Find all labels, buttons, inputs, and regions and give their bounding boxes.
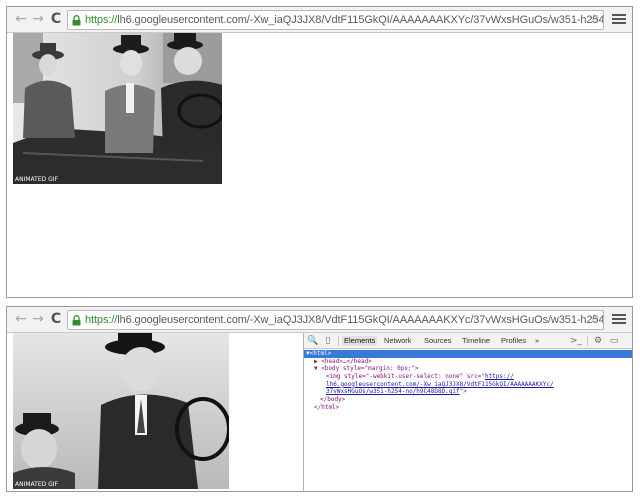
star-icon[interactable]: ☆ [588, 12, 600, 27]
url-scheme: https:// [85, 14, 118, 26]
url-text: https://lh6.googleusercontent.com/-Xw_ia… [85, 313, 604, 328]
star-icon[interactable]: ☆ [588, 312, 600, 327]
image-watermark: ANIMATED GIF [15, 481, 59, 488]
dom-node-body-close[interactable]: </body> [304, 396, 632, 404]
browser-window-bottom: ← → C https://lh6.googleusercontent.com/… [6, 306, 633, 492]
gif-image-closeup: ANIMATED GIF [13, 333, 229, 489]
back-arrow-icon[interactable]: ← [12, 10, 30, 28]
forward-arrow-icon[interactable]: → [29, 310, 47, 328]
dom-node-html-close[interactable]: </html> [304, 404, 632, 412]
tab-sources[interactable]: Sources [424, 336, 452, 346]
toolbar-divider [338, 336, 339, 346]
tab-profiles[interactable]: Profiles [501, 336, 526, 346]
browser-window-top: ← → C https://lh6.googleusercontent.com/… [6, 6, 633, 298]
console-prompt-icon[interactable]: >_ [568, 335, 584, 347]
browser-toolbar: ← → C https://lh6.googleusercontent.com/… [7, 7, 632, 33]
address-bar[interactable]: https://lh6.googleusercontent.com/-Xw_ia… [67, 10, 604, 30]
devtools-panel: 🔍 ▯ Elements Network Sources Timeline Pr… [303, 333, 632, 491]
dock-icon[interactable]: ▭ [608, 335, 620, 347]
reload-icon[interactable]: C [47, 10, 65, 28]
devtools-toolbar: 🔍 ▯ Elements Network Sources Timeline Pr… [304, 333, 632, 349]
forward-arrow-icon[interactable]: → [29, 10, 47, 28]
address-bar-2[interactable]: https://lh6.googleusercontent.com/-Xw_ia… [67, 310, 604, 330]
url-text: https://lh6.googleusercontent.com/-Xw_ia… [85, 13, 604, 28]
gif-image-car-scene: ANIMATED GIF [13, 33, 222, 184]
dom-node-body[interactable]: ▼ <body style="margin: 0px;"> [304, 365, 632, 373]
lock-icon [72, 15, 81, 26]
url-path: lh6.googleusercontent.com/-Xw_iaQJ3JX8/V… [117, 14, 604, 26]
dom-node-html[interactable]: ▼<html> [304, 350, 632, 358]
lock-icon [72, 315, 81, 326]
overflow-tabs-icon[interactable]: » [535, 336, 539, 346]
image-watermark: ANIMATED GIF [15, 176, 59, 183]
tab-timeline[interactable]: Timeline [462, 336, 490, 346]
toolbar-divider [587, 336, 588, 346]
tab-elements[interactable]: Elements [342, 336, 378, 346]
menu-icon[interactable] [612, 12, 626, 26]
menu-icon[interactable] [612, 312, 626, 326]
img-src-link[interactable]: https:// [485, 373, 514, 380]
dom-img-src-line3[interactable]: 37vWxsHGuOs/w351-h254-no/h9C48D8D.gif"> [304, 388, 632, 396]
browser-toolbar-2: ← → C https://lh6.googleusercontent.com/… [7, 307, 632, 333]
url-path: lh6.googleusercontent.com/-Xw_iaQJ3JX8/V… [117, 314, 604, 326]
settings-gear-icon[interactable]: ⚙ [592, 335, 604, 347]
device-icon[interactable]: ▯ [322, 335, 334, 347]
dom-node-img[interactable]: <img style="-webkit-user-select: none" s… [304, 373, 632, 381]
dom-img-src-line2[interactable]: lh6.googleusercontent.com/-Xw_iaQJ3JX8/V… [304, 381, 632, 389]
dom-tree: ▼<html> ▶ <head>…</head> ▼ <body style="… [304, 350, 632, 412]
reload-icon[interactable]: C [47, 310, 65, 328]
url-scheme: https:// [85, 314, 118, 326]
dom-node-head[interactable]: ▶ <head>…</head> [304, 358, 632, 366]
back-arrow-icon[interactable]: ← [12, 310, 30, 328]
tab-network[interactable]: Network [384, 336, 412, 346]
search-icon[interactable]: 🔍 [307, 335, 319, 347]
